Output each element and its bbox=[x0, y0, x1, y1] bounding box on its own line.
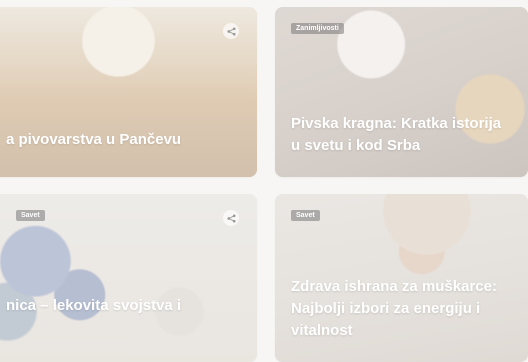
article-title[interactable]: nica – lekovita svojstva i bbox=[6, 295, 243, 317]
share-button[interactable] bbox=[223, 210, 239, 226]
share-button[interactable] bbox=[223, 23, 239, 39]
article-card[interactable]: a pivovarstva u Pančevu bbox=[0, 7, 257, 177]
article-title[interactable]: Zdrava ishrana za muškarce: Najbolji izb… bbox=[291, 276, 514, 342]
share-icon bbox=[226, 213, 236, 223]
category-badge[interactable]: Savet bbox=[16, 210, 45, 221]
article-card[interactable]: Savet Zdrava ishrana za muškarce: Najbol… bbox=[275, 194, 528, 362]
article-card[interactable]: Zanimljivosti Pivska kragna: Kratka isto… bbox=[275, 7, 528, 177]
article-title[interactable]: Pivska kragna: Kratka istorija u svetu i… bbox=[291, 113, 514, 157]
article-card[interactable]: Savet nica – lekovita svojstva i bbox=[0, 194, 257, 362]
category-badge[interactable]: Savet bbox=[291, 210, 320, 221]
article-title[interactable]: a pivovarstva u Pančevu bbox=[6, 129, 243, 151]
share-icon bbox=[226, 26, 236, 36]
category-badge[interactable]: Zanimljivosti bbox=[291, 23, 344, 34]
